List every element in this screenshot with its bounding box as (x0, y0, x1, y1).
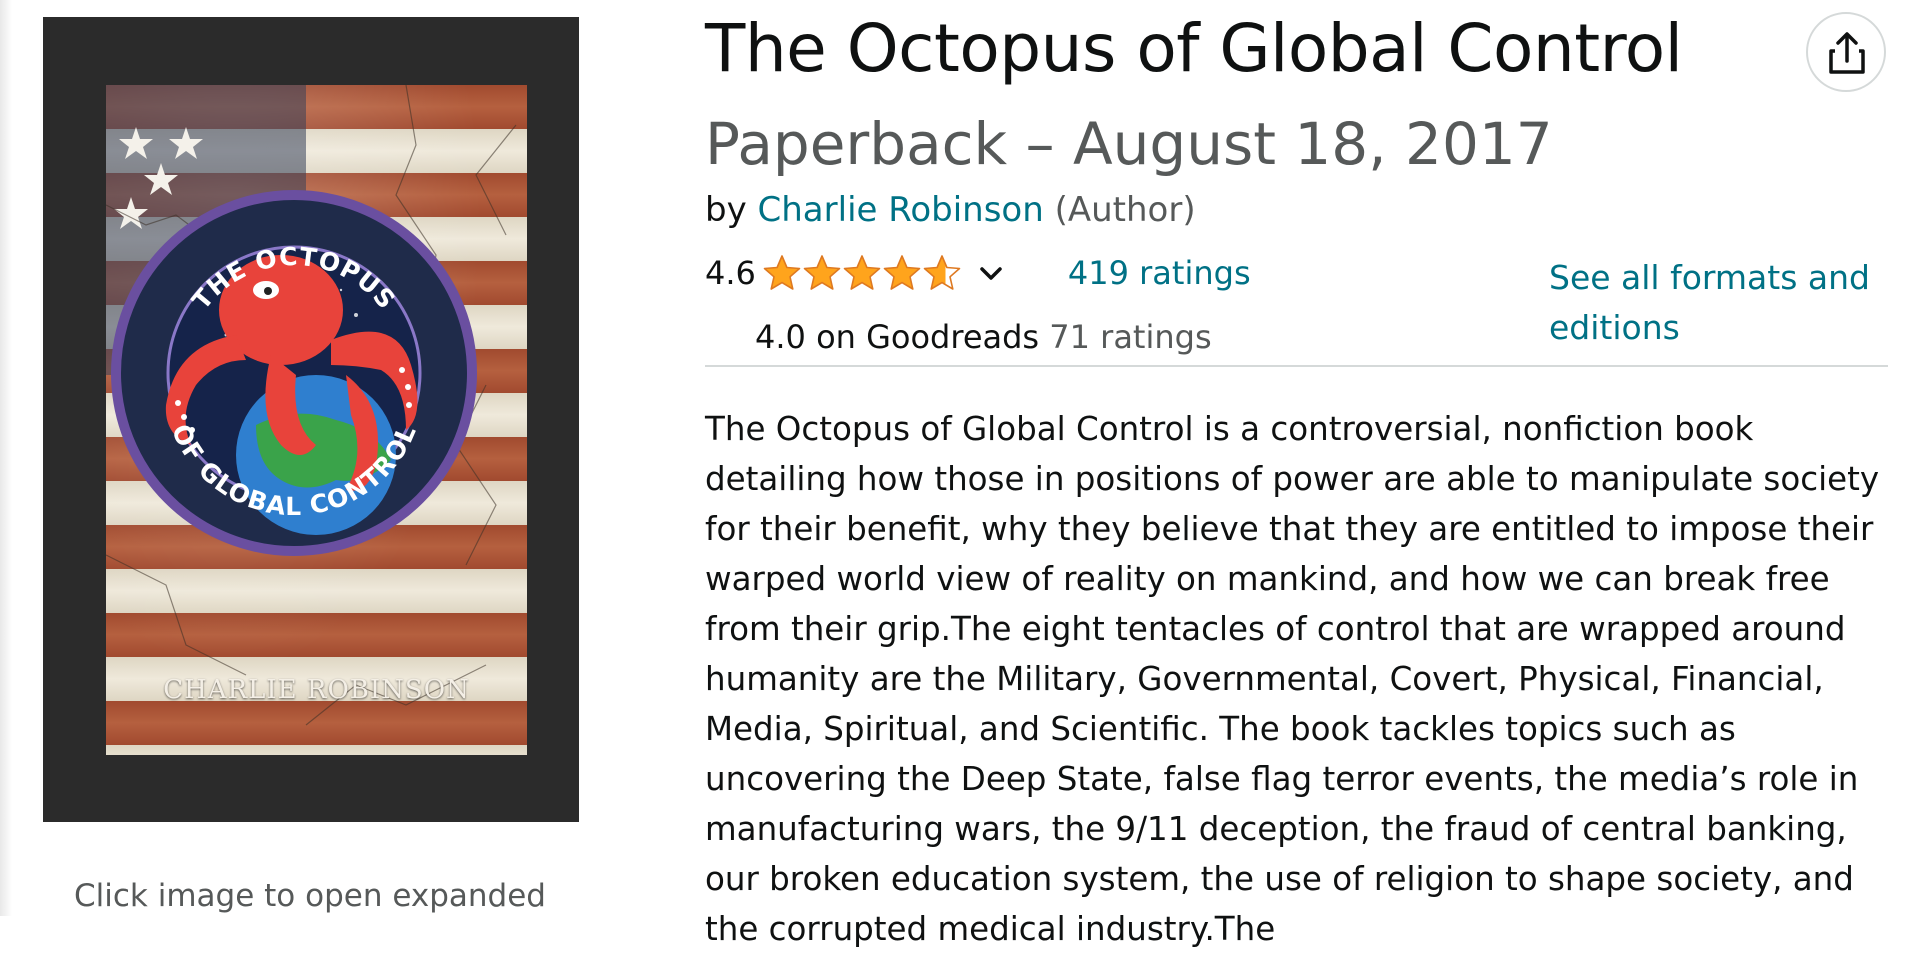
chevron-down-icon[interactable] (974, 256, 1008, 290)
author-link[interactable]: Charlie Robinson (758, 190, 1044, 230)
star-icon (803, 255, 841, 290)
book-cover-image[interactable]: THE OCTOPUS OF GLOBAL CONTROL CHARLIE RO… (43, 17, 579, 822)
author-role: (Author) (1054, 190, 1196, 230)
share-button[interactable] (1806, 12, 1886, 92)
format-and-date: Paperback – August 18, 2017 (705, 110, 1553, 178)
goodreads-rating: 4.0 on Goodreads 71 ratings (755, 318, 1212, 356)
star-icon (923, 255, 961, 290)
rating-value: 4.6 (705, 254, 756, 292)
product-title: The Octopus of Global Control (705, 10, 1683, 87)
ratings-count-link[interactable]: 419 ratings (1068, 254, 1251, 292)
page-edge-shadow (0, 0, 12, 916)
rating-row: 4.6 419 ratings (705, 250, 1251, 296)
section-divider (705, 365, 1888, 367)
goodreads-score: 4.0 on Goodreads (755, 318, 1040, 356)
star-icon (763, 255, 801, 290)
byline-prefix: by (705, 190, 747, 230)
cover-artwork: THE OCTOPUS OF GLOBAL CONTROL CHARLIE RO… (106, 85, 527, 755)
see-all-formats-link[interactable]: See all formats and editions (1549, 253, 1889, 353)
byline: by Charlie Robinson (Author) (705, 190, 1196, 230)
cover-illustration: THE OCTOPUS OF GLOBAL CONTROL (106, 85, 517, 726)
star-rating[interactable] (762, 253, 962, 293)
star-icon (883, 255, 921, 290)
cover-author-name: CHARLIE ROBINSON (163, 675, 470, 705)
share-icon (1829, 32, 1865, 74)
expand-image-caption[interactable]: Click image to open expanded (74, 878, 546, 914)
goodreads-ratings-count[interactable]: 71 ratings (1049, 318, 1211, 356)
star-icon (843, 255, 881, 290)
book-description: The Octopus of Global Control is a contr… (705, 410, 1880, 948)
